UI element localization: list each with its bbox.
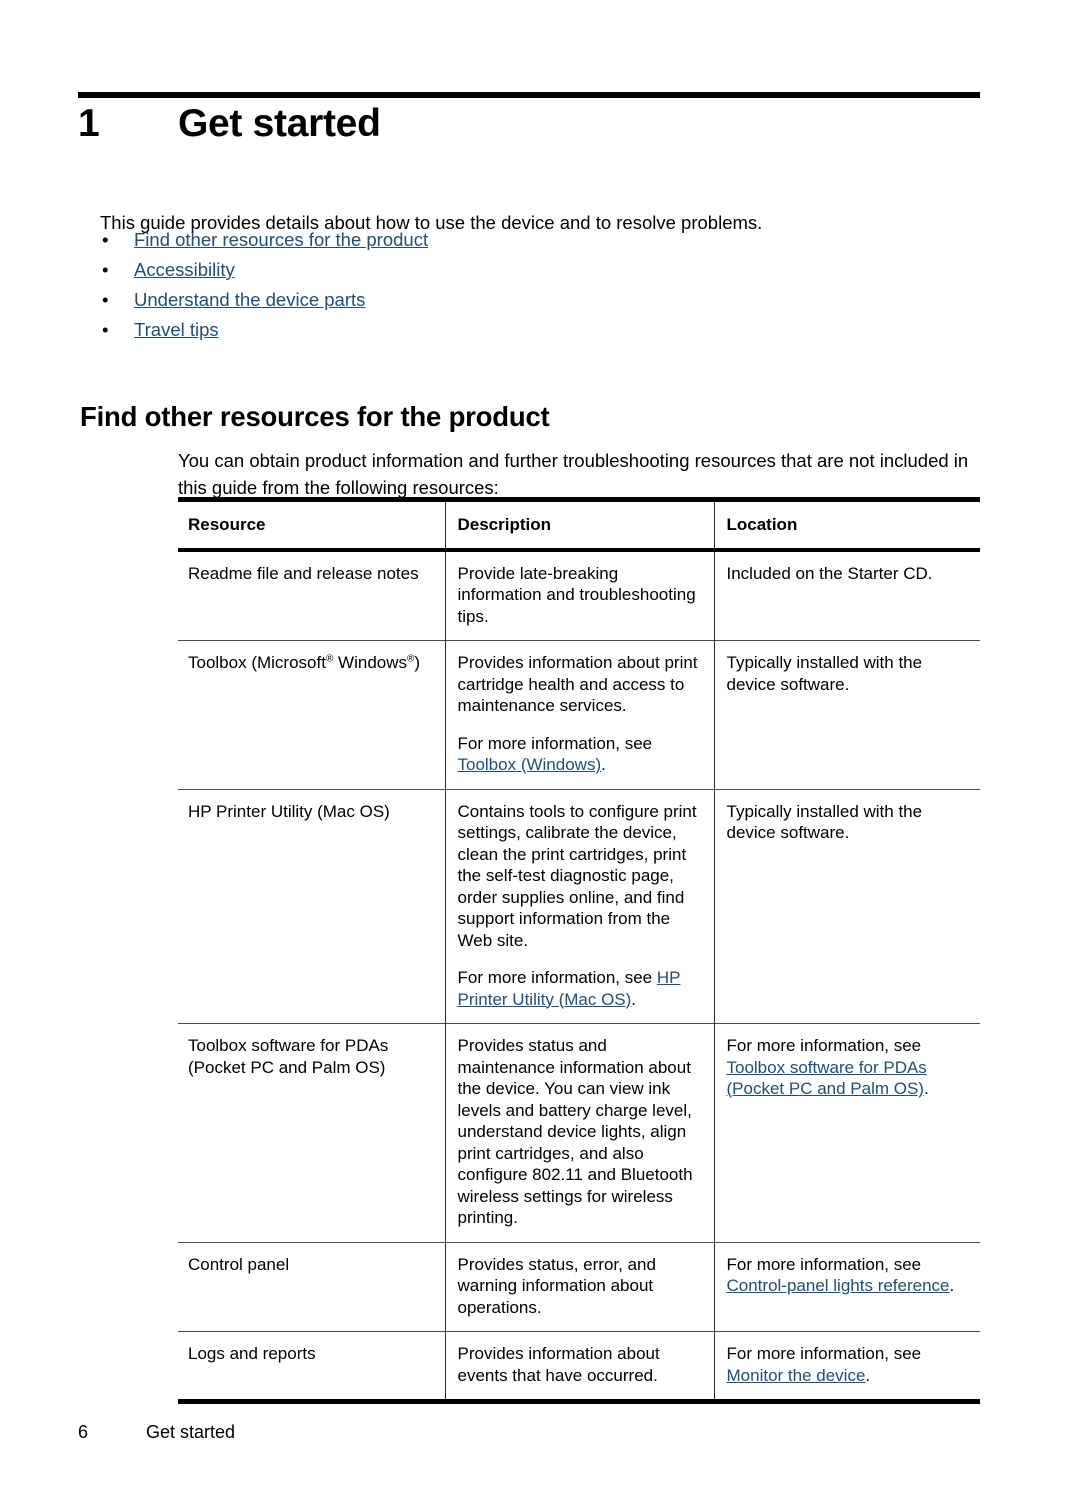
description-see-also: For more information, see HP Printer Uti… bbox=[458, 967, 702, 1010]
table-row: HP Printer Utility (Mac OS) Contains too… bbox=[178, 789, 980, 1024]
column-header-resource: Resource bbox=[188, 515, 266, 534]
link-toolbox-windows[interactable]: Toolbox (Windows) bbox=[458, 755, 602, 774]
table-row: Toolbox software for PDAs (Pocket PC and… bbox=[178, 1023, 980, 1242]
cell-resource: Logs and reports bbox=[188, 1344, 316, 1363]
description-text: Contains tools to configure print settin… bbox=[457, 801, 697, 950]
bullet-icon: • bbox=[102, 319, 109, 340]
bullet-icon: • bbox=[102, 289, 109, 310]
resource-text-mid: Windows bbox=[333, 653, 407, 672]
column-header-location: Location bbox=[713, 499, 980, 550]
link-control-panel-lights-reference[interactable]: Control-panel lights reference bbox=[727, 1276, 950, 1295]
table-row: Toolbox (Microsoft® Windows®) Provides i… bbox=[178, 640, 980, 790]
cell-resource: Toolbox (Microsoft® Windows®) bbox=[178, 641, 445, 790]
table-header: Resource Description Location bbox=[178, 499, 980, 550]
description-text: Provides status, error, and warning info… bbox=[457, 1254, 656, 1317]
section-heading: Find other resources for the product bbox=[80, 400, 550, 432]
cell-description: Provides information about events that h… bbox=[444, 1331, 714, 1402]
cell-description: Contains tools to configure print settin… bbox=[444, 789, 714, 1024]
toc-link-understand-device-parts[interactable]: Understand the device parts bbox=[134, 289, 365, 310]
list-item: • Travel tips bbox=[100, 315, 902, 345]
page-footer: 6 Get started bbox=[78, 1420, 980, 1444]
see-also-prefix: For more information, see bbox=[726, 1344, 922, 1363]
cell-resource: Toolbox software for PDAs (Pocket PC and… bbox=[188, 1036, 389, 1077]
description-text: Provides information about events that h… bbox=[457, 1344, 660, 1385]
cell-description: Provides information about print cartrid… bbox=[444, 640, 714, 789]
see-also-suffix: . bbox=[601, 755, 606, 774]
list-item: • Find other resources for the product bbox=[100, 225, 902, 255]
toc-link-travel-tips[interactable]: Travel tips bbox=[134, 319, 219, 340]
bullet-icon: • bbox=[102, 229, 109, 250]
table-row: Control panel Provides status, error, an… bbox=[178, 1242, 980, 1332]
cell-description: Provides status and maintenance informat… bbox=[444, 1023, 714, 1242]
chapter-title: Get started bbox=[178, 102, 381, 145]
document-page: 1 Get started This guide provides detail… bbox=[0, 0, 1080, 1495]
chapter-heading: 1 Get started bbox=[78, 104, 980, 143]
cell-location: For more information, see Toolbox softwa… bbox=[713, 1023, 980, 1242]
toc-link-find-other-resources[interactable]: Find other resources for the product bbox=[134, 229, 428, 250]
link-monitor-the-device[interactable]: Monitor the device bbox=[727, 1366, 866, 1385]
list-item: • Understand the device parts bbox=[100, 285, 902, 315]
table-row: Readme file and release notes Provide la… bbox=[178, 549, 980, 641]
toc-link-accessibility[interactable]: Accessibility bbox=[134, 259, 235, 280]
description-text: Provide late-breaking information and tr… bbox=[457, 563, 696, 626]
link-toolbox-software-for-pdas[interactable]: Toolbox software for PDAs (Pocket PC and… bbox=[727, 1058, 927, 1099]
table-body: Readme file and release notes Provide la… bbox=[178, 549, 980, 1402]
cell-location: Typically installed with the device soft… bbox=[713, 640, 980, 789]
chapter-number: 1 bbox=[78, 102, 100, 145]
location-see-also: For more information, see Monitor the de… bbox=[727, 1343, 969, 1386]
description-text: Provides information about print cartrid… bbox=[457, 653, 698, 715]
resource-text-post: ) bbox=[414, 653, 421, 672]
see-also-prefix: For more information, see bbox=[457, 968, 657, 987]
see-also-suffix: . bbox=[631, 989, 637, 1009]
chapter-toc-list: • Find other resources for the product •… bbox=[100, 225, 902, 345]
location-text: Typically installed with the device soft… bbox=[726, 801, 923, 843]
description-text: Provides status and maintenance informat… bbox=[457, 1036, 693, 1227]
cell-location: For more information, see Control-panel … bbox=[713, 1242, 980, 1332]
list-item: • Accessibility bbox=[100, 255, 902, 285]
cell-location: Included on the Starter CD. bbox=[713, 549, 980, 641]
section-paragraph: You can obtain product information and f… bbox=[178, 449, 969, 498]
resource-text-pre: Toolbox (Microsoft bbox=[188, 653, 326, 672]
cell-description: Provide late-breaking information and tr… bbox=[444, 549, 714, 641]
see-also-prefix: For more information, see bbox=[457, 733, 653, 753]
see-also-prefix: For more information, see bbox=[726, 1254, 922, 1274]
location-text: Included on the Starter CD. bbox=[726, 563, 933, 583]
column-header-description: Description bbox=[444, 499, 714, 550]
location-see-also: For more information, see Control-panel … bbox=[727, 1254, 969, 1297]
table-row: Logs and reports Provides information ab… bbox=[178, 1331, 980, 1402]
description-see-also: For more information, see Toolbox (Windo… bbox=[458, 733, 702, 776]
chapter-top-rule bbox=[78, 92, 980, 98]
footer-chapter-label: Get started bbox=[146, 1422, 236, 1442]
cell-resource: HP Printer Utility (Mac OS) bbox=[188, 801, 390, 821]
location-text: Typically installed with the device soft… bbox=[726, 653, 923, 694]
see-also-suffix: . bbox=[865, 1365, 871, 1385]
location-see-also: For more information, see Toolbox softwa… bbox=[727, 1035, 969, 1100]
see-also-suffix: . bbox=[923, 1079, 929, 1098]
table-header-row: Resource Description Location bbox=[178, 499, 980, 550]
bullet-icon: • bbox=[102, 259, 109, 280]
cell-resource: Readme file and release notes bbox=[188, 563, 419, 583]
resources-table: Resource Description Location Readme fil… bbox=[178, 497, 980, 1404]
footer-page-number: 6 bbox=[78, 1422, 89, 1442]
cell-description: Provides status, error, and warning info… bbox=[444, 1242, 714, 1332]
cell-location: For more information, see Monitor the de… bbox=[713, 1331, 980, 1402]
see-also-prefix: For more information, see bbox=[726, 1036, 922, 1055]
see-also-suffix: . bbox=[949, 1276, 955, 1295]
cell-location: Typically installed with the device soft… bbox=[713, 789, 980, 1024]
cell-resource: Control panel bbox=[188, 1254, 290, 1274]
